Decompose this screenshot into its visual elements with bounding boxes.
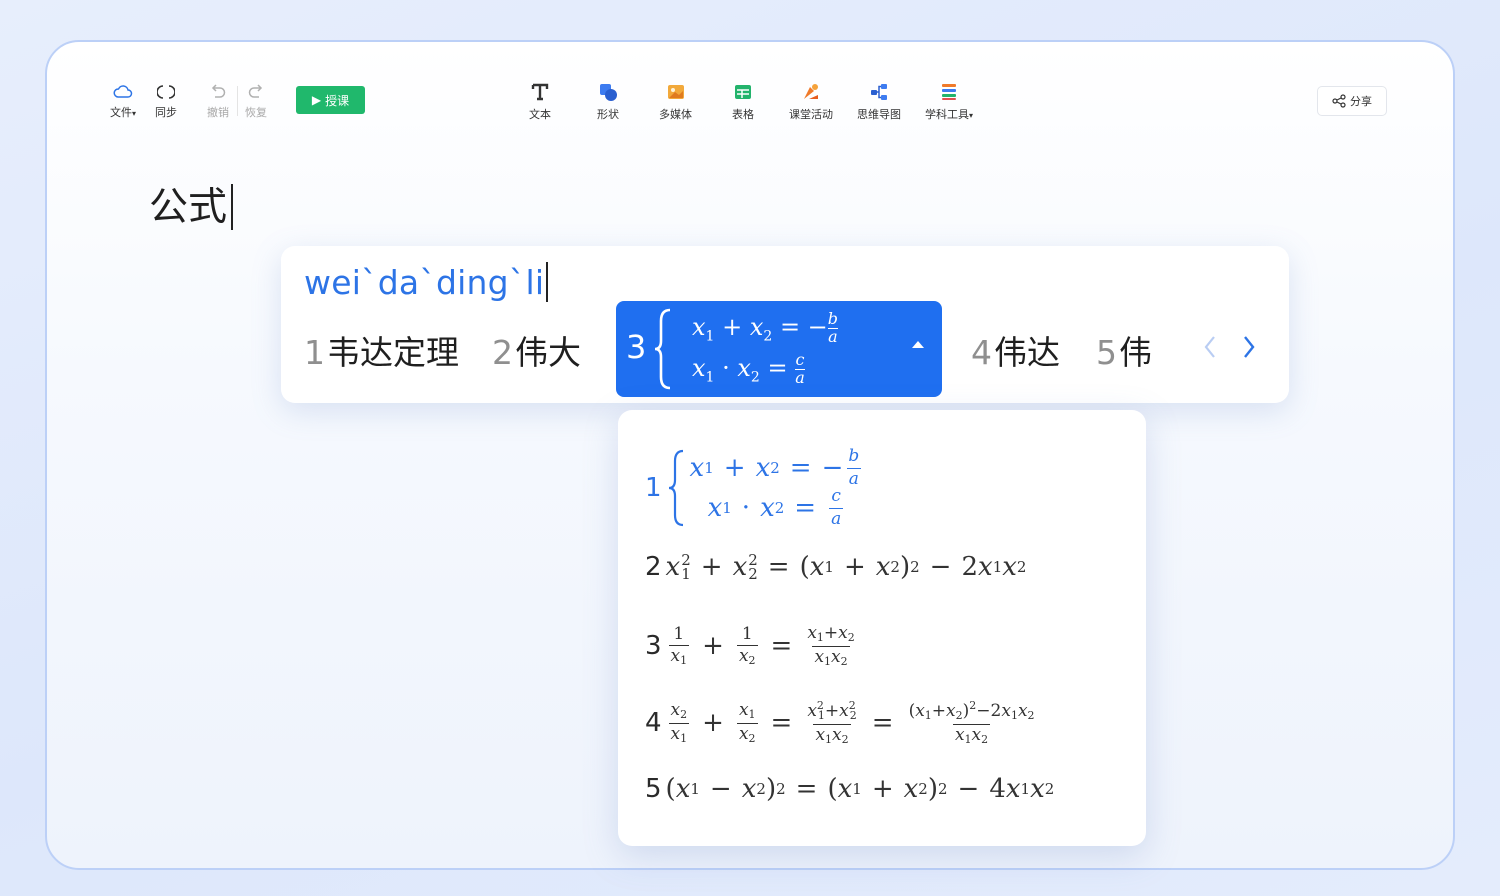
share-icon [1332,94,1346,108]
brace-icon [668,449,683,527]
table-icon [735,85,751,99]
candidate-text: 伟 [1119,333,1152,372]
ime-caret [546,262,549,302]
file-label: 文件 [110,106,132,119]
undo-icon [211,84,226,98]
subject-tools-label: 学科工具 [925,108,969,121]
share-button[interactable]: 分享 [1317,86,1387,116]
redo-icon [248,84,263,98]
candidate-index: 3 [626,328,647,366]
insert-mind-map-tool[interactable]: 思维导图 [857,82,901,122]
brace-icon [654,308,671,390]
teach-label: 授课 [325,93,350,108]
insert-class-activity-tool[interactable]: 课堂活动 [789,82,833,122]
ime-composition: wei`da`ding`li [304,262,549,302]
formula-cases: x 1 + x 2 = − b a x 1 · x 2 = c a [689,445,861,529]
insert-class-activity-label: 课堂活动 [789,108,833,121]
formula-index: 2 [645,552,662,582]
formula-expression: 1 x1 + 1 x2 = x1+x2 x1x2 [668,623,855,668]
insert-mind-map-label: 思维导图 [857,108,901,121]
formula-index: 5 [645,774,662,804]
undo-label: 撤销 [207,106,229,119]
class-activity-icon [804,84,818,99]
ime-candidate-1[interactable]: 1 韦达定理 [304,326,459,374]
redo-button[interactable]: 恢复 [245,84,267,120]
sync-label: 同步 [155,106,177,119]
shape-icon [600,84,617,101]
formula-item-1[interactable]: 1 x 1 + x 2 = − b a x 1 · x 2 = c a [645,445,864,529]
formula-expression: x 2 1 + x 2 2 =(x 1 + x 2) 2−2 x 1 x 2 [665,550,1027,583]
media-icon [667,85,684,99]
insert-media-label: 多媒体 [659,108,692,121]
next-page-icon[interactable] [1241,334,1257,360]
insert-shape-tool[interactable]: 形状 [597,82,619,122]
candidate-index: 2 [492,333,513,372]
ime-candidate-5[interactable]: 5 伟 [1096,326,1152,374]
cloud-icon [113,85,133,98]
ime-candidate-bar: wei`da`ding`li 1 韦达定理 2 伟大 3 x1 + x2 = −… [281,246,1289,403]
collapse-up-icon[interactable] [910,339,926,349]
formula-item-5[interactable]: 5 (x 1− x 2) 2 =(x 1 + x 2) 2−4 x 1 x 2 [645,774,1054,804]
candidate-index: 4 [971,333,992,372]
text-icon [531,83,549,101]
ime-candidate-2[interactable]: 2 伟大 [492,326,581,374]
formula-index: 4 [645,708,662,739]
ime-candidate-3-selected[interactable]: 3 x1 + x2 = − b a x1 · x2 = ca [616,301,942,397]
insert-shape-label: 形状 [597,108,619,121]
subject-tools-icon [942,84,956,100]
toolbar-divider [237,86,238,116]
file-menu[interactable]: 文件▾ [110,84,136,120]
candidate-text: 伟达 [994,333,1060,372]
mind-map-icon [871,84,887,100]
ime-candidate-4[interactable]: 4 伟达 [971,326,1060,374]
insert-table-label: 表格 [732,108,754,121]
chevron-down-icon: ▾ [132,109,137,118]
formula-expression: x2 x1 + x1 x2 = x21+x22 x1x2 = (x1+x2)2−2x1… [668,699,1035,746]
sync-icon [157,85,175,99]
play-icon: ▶ [311,93,322,107]
insert-table-tool[interactable]: 表格 [732,82,754,122]
document-text-box[interactable]: 公式 [149,184,234,230]
chevron-down-icon: ▾ [969,111,974,120]
candidate-formula-line-2: x1 · x2 = ca [692,350,805,387]
text-caret [231,184,234,230]
teach-button[interactable]: ▶ 授课 [296,86,365,114]
document-text: 公式 [149,184,228,230]
insert-text-label: 文本 [529,108,551,121]
insert-media-tool[interactable]: 多媒体 [659,82,692,122]
candidate-index: 5 [1096,333,1117,372]
formula-index: 1 [645,473,662,503]
undo-button[interactable]: 撤销 [207,84,229,120]
candidate-index: 1 [304,333,325,372]
formula-item-3[interactable]: 3 1 x1 + 1 x2 = x1+x2 x1x2 [645,623,860,668]
redo-label: 恢复 [245,106,267,119]
candidate-text: 韦达定理 [327,333,459,372]
candidate-formula-line-1: x1 + x2 = − b a [692,309,839,346]
formula-item-2[interactable]: 2 x 2 1 + x 2 2 =(x 1 + x 2) 2−2 x 1 x 2 [645,552,1026,582]
insert-text-tool[interactable]: 文本 [529,82,551,122]
formula-item-4[interactable]: 4 x2 x1 + x1 x2 = x21+x22 x1x2 = (x1+x2)2−2… [645,699,1040,746]
formula-expression: (x 1− x 2) 2 =(x 1 + x 2) 2−4 x 1 x 2 [665,774,1055,804]
ime-pinyin: wei`da`ding`li [304,262,545,302]
sync-button[interactable]: 同步 [155,84,177,120]
candidate-text: 伟大 [515,333,581,372]
formula-index: 3 [645,631,662,662]
formula-dropdown: 1 x 1 + x 2 = − b a x 1 · x 2 = c a 2 x 2 1 + x 2 2 =(x 1 + x 2) 2−… [618,410,1146,846]
share-label: 分享 [1350,95,1372,108]
prev-page-icon[interactable] [1202,334,1218,360]
subject-tools-menu[interactable]: 学科工具▾ [925,82,973,122]
